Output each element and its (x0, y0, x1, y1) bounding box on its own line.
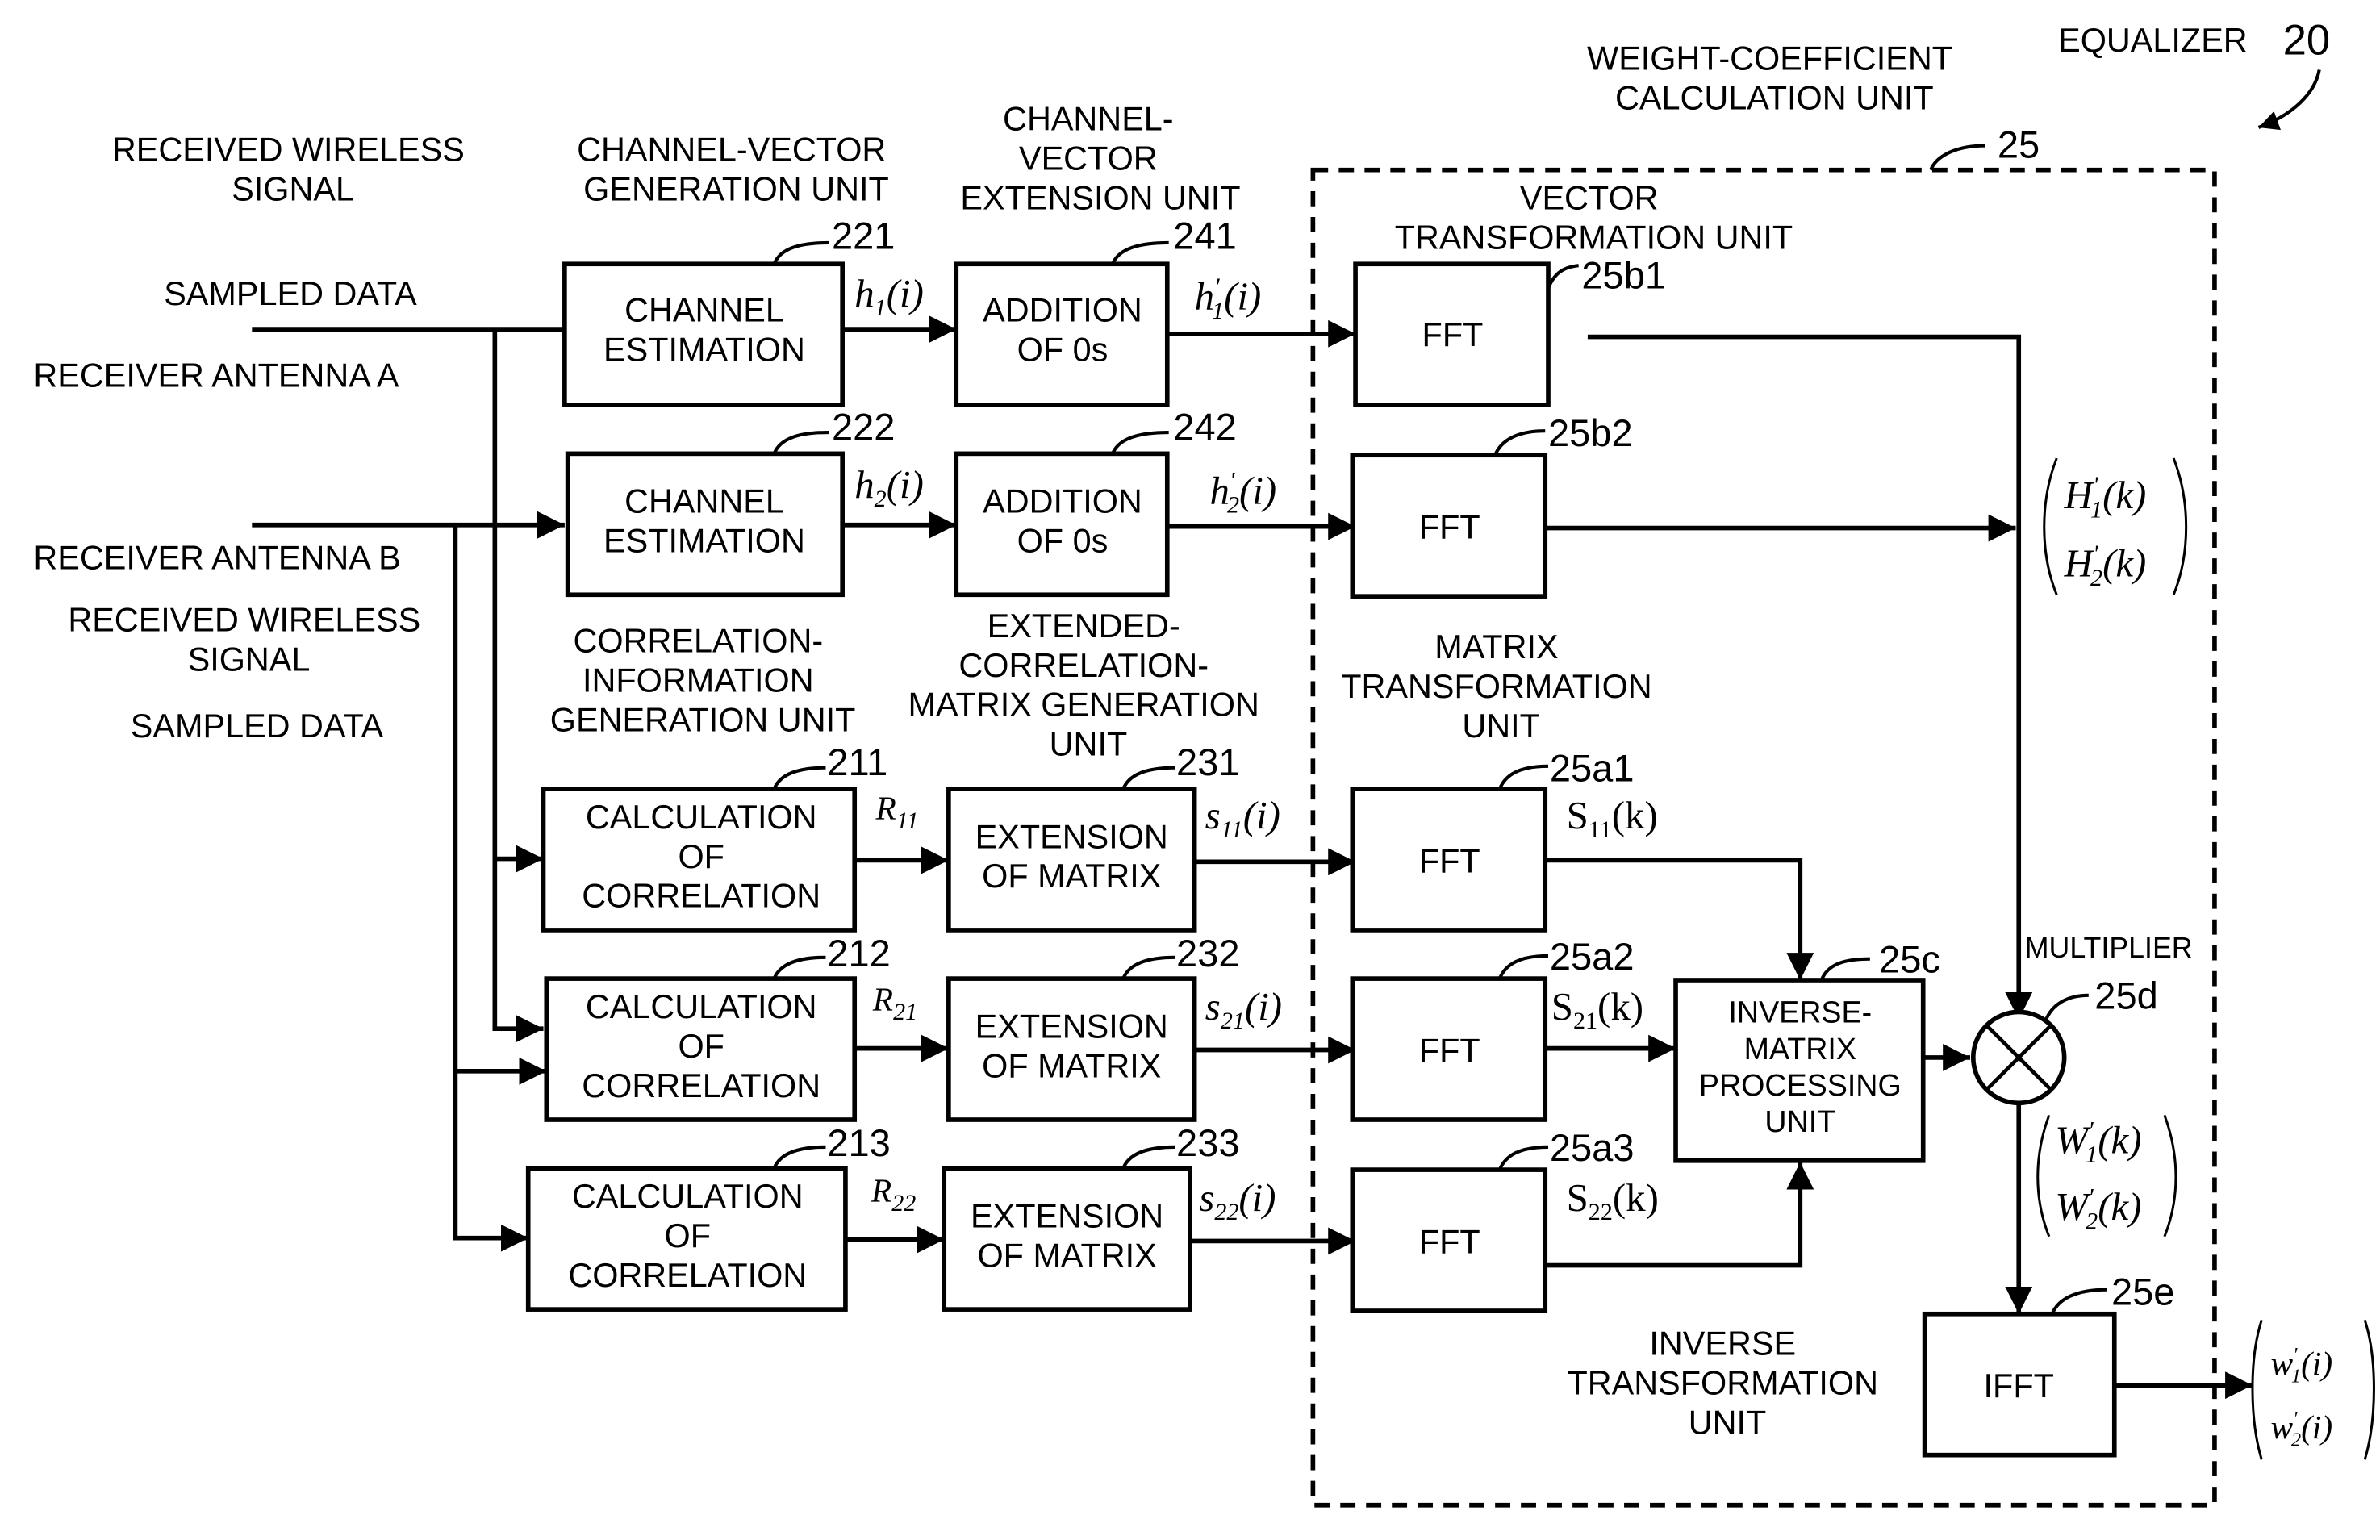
block-fft-25b2: FFT 25b2 (1350, 411, 1633, 599)
signal-R22: R22 (871, 1172, 916, 1217)
block-calc-correlation-212: CALCULATION OF CORRELATION 212 (544, 932, 891, 1122)
signal-W-vector: W' 1(k) W' 2(k) (2036, 1114, 2177, 1237)
vector-transformation-label: VECTOR TRANSFORMATION UNIT (1395, 180, 1793, 257)
block-extension-of-matrix-231: EXTENSION OF MATRIX 231 (946, 741, 1240, 933)
antenna-a-label: RECEIVER ANTENNA A (33, 357, 399, 394)
signal-h1-prime: h' 1(i) (1195, 273, 1262, 324)
svg-text:w'1(i): w' 1(i) (2271, 1344, 2333, 1387)
ref-221: 221 (832, 214, 895, 257)
svg-text:FFT: FFT (1422, 316, 1484, 353)
signal-R11: R11 (875, 790, 919, 834)
extended-correlation-matrix-label: EXTENDED- CORRELATION- MATRIX GENERATION… (908, 607, 1269, 763)
ref-241: 241 (1173, 214, 1236, 257)
block-calc-correlation-213: CALCULATION OF CORRELATION 213 (525, 1121, 891, 1312)
svg-text:FFT: FFT (1419, 1033, 1480, 1070)
ref-25b1: 25b1 (1581, 253, 1666, 296)
inverse-transformation-label: INVERSE TRANSFORMATION UNIT (1568, 1325, 1888, 1442)
received-signal-a-label: RECEIVED WIRELESS SIGNAL (112, 131, 474, 207)
channel-vector-extension-label: CHANNEL- VECTOR EXTENSION UNIT (960, 101, 1240, 217)
equalizer-block-diagram: EQUALIZER 20 WEIGHT-COEFFICIENT CALCULAT… (33, 17, 2375, 1508)
svg-text:H'1(k): H' 1(k) (2064, 471, 2147, 523)
svg-text:FFT: FFT (1419, 1224, 1480, 1261)
signal-h1: h1(i) (854, 271, 924, 321)
signal-S21: S21(k) (1551, 984, 1643, 1034)
signal-S11: S11(k) (1567, 793, 1658, 843)
svg-text:w'2(i): w' 2(i) (2271, 1408, 2333, 1450)
input-wiring (252, 327, 565, 1252)
ref-25b2: 25b2 (1548, 411, 1633, 454)
ref-233: 233 (1176, 1121, 1239, 1164)
signal-s21: s21(i) (1205, 984, 1282, 1034)
signal-w-output-vector: w' 1(i) w' 2(i) (2251, 1319, 2375, 1460)
ref-231: 231 (1176, 741, 1239, 783)
correlation-info-generation-label: CORRELATION- INFORMATION GENERATION UNIT (550, 623, 856, 739)
antenna-b-label: RECEIVER ANTENNA B (33, 539, 400, 576)
ref-25a1: 25a1 (1550, 747, 1635, 790)
block-addition-of-zeros-2: ADDITION OF 0s 242 (954, 405, 1237, 598)
weight-coefficient-ref: 25 (1998, 123, 2040, 166)
block-calc-correlation-211: CALCULATION OF CORRELATION 211 (541, 741, 887, 933)
svg-text:FFT: FFT (1419, 509, 1480, 546)
svg-text:H'2(k): H' 2(k) (2064, 540, 2147, 591)
block-ifft-25e: IFFT 25e (1922, 1270, 2174, 1458)
multiplier-25d: 25d (1970, 974, 2158, 1106)
ref-leader-25 (1929, 144, 1985, 171)
equalizer-ref: 20 (2283, 17, 2331, 65)
svg-text:FFT: FFT (1419, 842, 1480, 879)
ref-232: 232 (1176, 932, 1239, 974)
signal-s11: s11(i) (1205, 793, 1280, 843)
equalizer-title: EQUALIZER 20 (2058, 17, 2331, 131)
signal-h2-prime: h' 2(i) (1209, 467, 1276, 519)
signal-R21: R21 (872, 981, 917, 1025)
weight-coefficient-label: WEIGHT-COEFFICIENT CALCULATION UNIT (1587, 40, 1961, 117)
channel-vector-generation-label: CHANNEL-VECTOR GENERATION UNIT (577, 131, 896, 207)
signal-s22: s22(i) (1199, 1175, 1276, 1225)
equalizer-pointer-arrow (2257, 69, 2321, 131)
block-channel-estimation-2: CHANNEL ESTIMATION 222 (565, 405, 895, 598)
block-extension-of-matrix-232: EXTENSION OF MATRIX 232 (946, 932, 1240, 1122)
ref-212: 212 (827, 932, 890, 974)
ref-213: 213 (827, 1121, 890, 1164)
sampled-data-a-label: SAMPLED DATA (164, 275, 417, 312)
svg-text:IFFT: IFFT (1984, 1367, 2054, 1404)
sampled-data-b-label: SAMPLED DATA (131, 707, 384, 745)
block-channel-estimation-1: CHANNEL ESTIMATION 221 (562, 214, 895, 407)
ref-25e: 25e (2111, 1270, 2174, 1313)
ref-25d: 25d (2094, 974, 2157, 1017)
signal-h2: h2(i) (854, 462, 924, 512)
ref-25a3: 25a3 (1550, 1126, 1635, 1169)
ref-25c: 25c (1879, 938, 1940, 981)
signal-S22: S22(k) (1567, 1175, 1659, 1225)
received-signal-b-label: RECEIVED WIRELESS SIGNAL (68, 601, 429, 678)
ref-242: 242 (1173, 405, 1236, 448)
matrix-transformation-label: MATRIX TRANSFORMATION UNIT (1341, 628, 1661, 745)
ref-25a2: 25a2 (1550, 935, 1635, 978)
block-inverse-matrix-processing-25c: INVERSE-MATRIX PROCESSING UNIT 25c (1673, 938, 1940, 1163)
block-extension-of-matrix-233: EXTENSION OF MATRIX 233 (942, 1121, 1240, 1312)
multiplier-label: MULTIPLIER (2025, 932, 2193, 964)
signal-H-vector: H' 1(k) H' 2(k) (2043, 457, 2188, 595)
svg-text:W'2(k): W' 2(k) (2055, 1183, 2141, 1234)
block-fft-25b1: FFT 25b1 (1353, 253, 1666, 407)
ref-211: 211 (827, 741, 887, 783)
ref-222: 222 (832, 405, 895, 448)
equalizer-label: EQUALIZER (2058, 22, 2248, 59)
svg-text:W'1(k): W' 1(k) (2055, 1116, 2141, 1168)
